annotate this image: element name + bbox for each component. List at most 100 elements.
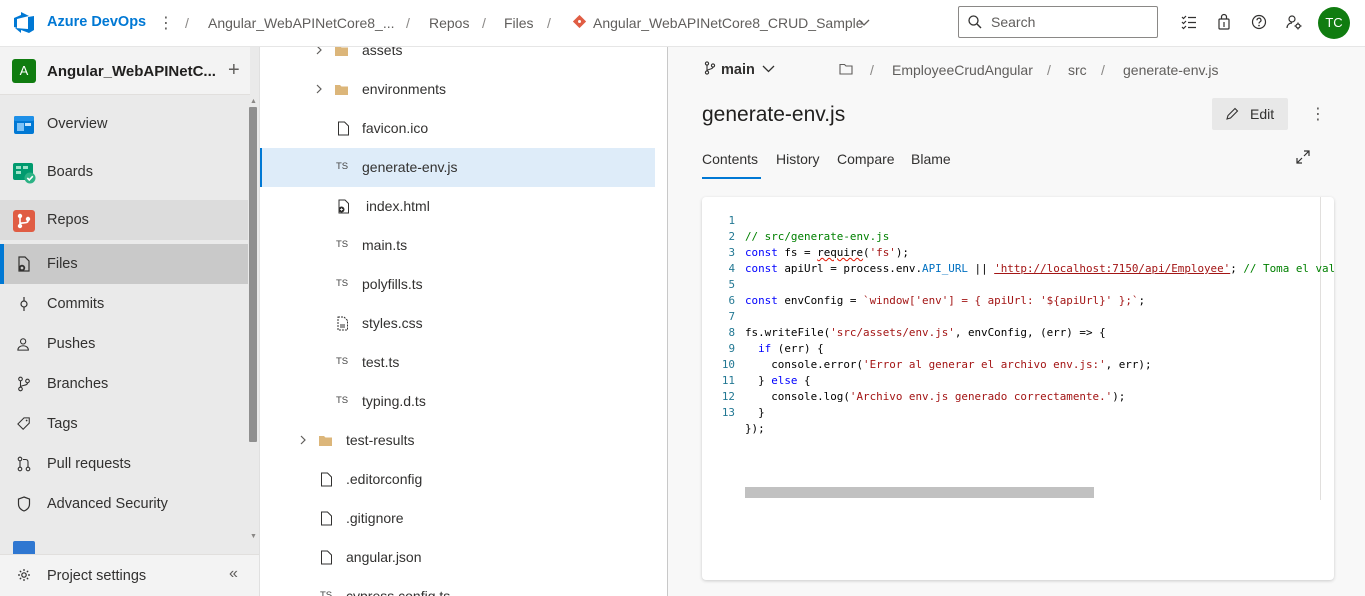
pull-requests-icon [17, 456, 31, 472]
tree-item-folder[interactable]: assets [260, 47, 655, 70]
nav-item-pushes[interactable]: Pushes [0, 324, 248, 364]
breadcrumb-repos[interactable]: Repos [429, 15, 469, 31]
tab-compare[interactable]: Compare [837, 151, 895, 167]
branch-icon [704, 61, 716, 75]
css-file-icon [337, 316, 348, 331]
add-icon[interactable]: + [228, 59, 240, 82]
nav-item-files[interactable]: Files [0, 244, 248, 284]
more-actions-icon[interactable]: ⋮ [1310, 104, 1326, 124]
tree-item-label: generate-env.js [362, 159, 458, 175]
path-separator: / [1101, 62, 1105, 78]
project-settings[interactable]: Project settings « [0, 554, 259, 596]
edit-button[interactable]: Edit [1212, 98, 1288, 130]
tree-item-label: .gitignore [346, 510, 404, 526]
path-crumb[interactable]: src [1068, 62, 1087, 78]
tree-item-file-selected[interactable]: TS generate-env.js [260, 148, 655, 187]
breadcrumb-repository[interactable]: Angular_WebAPINetCore8_CRUD_Sample [593, 15, 864, 31]
tree-item-file[interactable]: TS main.ts [260, 226, 655, 265]
tree-item-label: test.ts [362, 354, 400, 370]
shield-icon [17, 496, 31, 512]
typescript-icon: TS [336, 395, 349, 406]
code-line: 13 }); [702, 389, 1334, 435]
breadcrumb-separator: / [547, 15, 551, 31]
tree-item-file[interactable]: TS cypress.config.ts [260, 577, 655, 596]
chevron-down-icon[interactable] [858, 16, 870, 28]
project-header[interactable]: A Angular_WebAPINetC... + [0, 47, 250, 95]
chevron-right-icon[interactable] [314, 47, 324, 56]
more-options-icon[interactable]: ⋮ [158, 13, 174, 33]
nav-item-branches[interactable]: Branches [0, 364, 248, 404]
tree-item-folder[interactable]: test-results [260, 421, 655, 460]
chevron-right-icon[interactable] [298, 434, 308, 446]
collapse-nav-icon[interactable]: « [229, 565, 238, 583]
tab-history[interactable]: History [776, 151, 820, 167]
search-icon [968, 15, 982, 29]
user-avatar[interactable]: TC [1318, 7, 1350, 39]
tree-item-file[interactable]: favicon.ico [260, 109, 655, 148]
tree-item-label: favicon.ico [362, 120, 429, 136]
breadcrumb-separator: / [482, 15, 486, 31]
tree-item-file[interactable]: angular.json [260, 538, 655, 577]
tree-item-file[interactable]: TS test.ts [260, 343, 655, 382]
tree-item-file[interactable]: .editorconfig [260, 460, 655, 499]
nav-item-pipelines-partial[interactable] [0, 526, 248, 554]
code-line: 11 console.log('Archivo env.js generado … [702, 357, 1334, 403]
project-avatar: A [12, 59, 36, 83]
overview-icon [14, 116, 34, 134]
tree-item-label: angular.json [346, 549, 422, 565]
tree-item-label: .editorconfig [346, 471, 423, 487]
scroll-down-arrow[interactable]: ▼ [250, 533, 257, 540]
horizontal-scrollbar[interactable] [745, 487, 1094, 498]
html-file-icon [338, 199, 349, 214]
boards-icon [13, 163, 36, 184]
scroll-up-arrow[interactable]: ▲ [250, 98, 257, 105]
tree-item-file[interactable]: styles.css [260, 304, 655, 343]
nav-item-pull-requests[interactable]: Pull requests [0, 444, 248, 484]
nav-item-advanced-security[interactable]: Advanced Security [0, 484, 248, 524]
chevron-down-icon[interactable] [762, 64, 775, 74]
typescript-icon: TS [336, 161, 349, 172]
path-crumb[interactable]: EmployeeCrudAngular [892, 62, 1033, 78]
nav-item-label: Boards [47, 164, 93, 180]
nav-item-overview[interactable]: Overview [0, 104, 248, 144]
breadcrumb-project[interactable]: Angular_WebAPINetCore8_... [208, 15, 395, 31]
nav-item-commits[interactable]: Commits [0, 284, 248, 324]
file-tree: assets environments favicon.ico TS gener… [260, 47, 668, 596]
tree-item-file[interactable]: .gitignore [260, 499, 655, 538]
task-list-icon[interactable] [1180, 13, 1198, 31]
user-settings-icon[interactable] [1285, 13, 1303, 31]
search-box[interactable] [958, 6, 1158, 38]
tree-item-label: test-results [346, 432, 415, 448]
azure-devops-logo-icon[interactable] [12, 11, 36, 35]
code-editor[interactable]: 1 // src/generate-env.js 2 const fs = re… [702, 197, 1334, 580]
brand-link[interactable]: Azure DevOps [47, 14, 146, 30]
nav-item-repos[interactable]: Repos [0, 200, 248, 240]
path-separator: / [870, 62, 874, 78]
path-separator: / [1047, 62, 1051, 78]
tree-item-label: styles.css [362, 315, 423, 331]
tree-item-file[interactable]: index.html [260, 187, 655, 226]
search-input[interactable] [991, 12, 1151, 32]
line-number: 13 [721, 406, 735, 419]
code-line: 3 const apiUrl = process.env.API_URL || … [702, 229, 1334, 275]
path-crumb[interactable]: generate-env.js [1123, 62, 1218, 78]
chevron-right-icon[interactable] [314, 83, 324, 95]
nav-scrollbar[interactable] [249, 107, 257, 442]
folder-icon [335, 85, 348, 95]
help-icon[interactable] [1250, 13, 1268, 31]
tab-contents[interactable]: Contents [702, 151, 758, 167]
code-line: 1 // src/generate-env.js [702, 197, 1334, 243]
tab-blame[interactable]: Blame [911, 151, 951, 167]
breadcrumb-files[interactable]: Files [504, 15, 534, 31]
nav-item-label: Overview [47, 116, 108, 132]
project-name[interactable]: Angular_WebAPINetC... [47, 63, 216, 80]
tree-item-file[interactable]: TS typing.d.ts [260, 382, 655, 421]
nav-item-tags[interactable]: Tags [0, 404, 248, 444]
expand-icon[interactable] [1296, 150, 1310, 164]
shopping-bag-icon[interactable] [1215, 13, 1233, 31]
branch-selector[interactable]: main [721, 62, 755, 78]
tree-item-folder[interactable]: environments [260, 70, 655, 109]
nav-item-boards[interactable]: Boards [0, 152, 248, 192]
left-navigation: A Angular_WebAPINetC... + Overview Board… [0, 47, 260, 596]
tree-item-file[interactable]: TS polyfills.ts [260, 265, 655, 304]
